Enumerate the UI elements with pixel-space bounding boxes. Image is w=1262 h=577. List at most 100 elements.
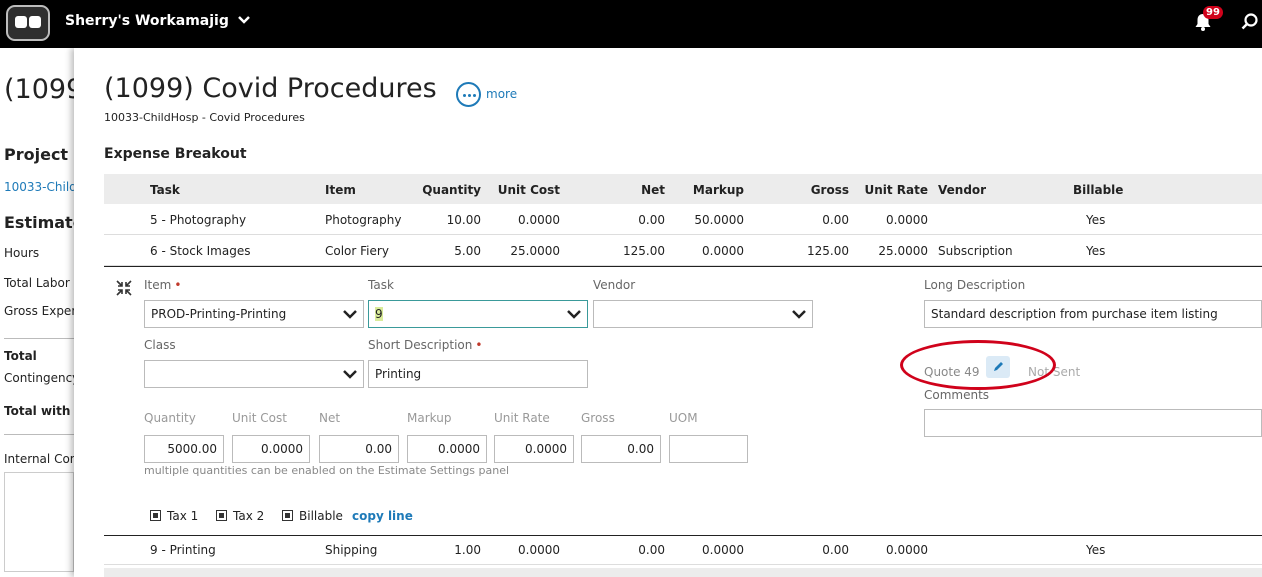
header-markup[interactable]: Markup xyxy=(664,183,744,197)
row-unit-cost: 0.0000 xyxy=(518,213,560,227)
contingency-label: Contingency xyxy=(4,371,80,385)
row-gross: 0.00 xyxy=(822,543,849,557)
chevron-down-icon xyxy=(343,370,357,379)
row-task: 6 - Stock Images xyxy=(150,244,251,258)
more-link[interactable]: more xyxy=(486,87,517,101)
table-header: Task Item Quantity Unit Cost Net Markup … xyxy=(104,174,1262,204)
comments-label: Comments xyxy=(924,388,990,402)
copy-line-link[interactable]: copy line xyxy=(352,509,413,523)
row-unit-cost: 25.0000 xyxy=(510,244,560,258)
header-billable[interactable]: Billable xyxy=(1073,183,1123,197)
row-billable: Yes xyxy=(1086,244,1106,258)
quantity-hint: multiple quantities can be enabled on th… xyxy=(144,464,510,477)
comments-field[interactable] xyxy=(924,409,1262,437)
chevron-down-icon xyxy=(567,310,581,319)
row-unit-rate: 25.0000 xyxy=(878,244,928,258)
markup-label: Markup xyxy=(407,411,452,425)
row-gross: 125.00 xyxy=(807,244,849,258)
header-unit-rate[interactable]: Unit Rate xyxy=(848,183,928,197)
row-net: 125.00 xyxy=(623,244,665,258)
uom-field[interactable] xyxy=(669,435,748,463)
notification-badge: 99 xyxy=(1203,6,1223,19)
estimate-detail-panel: (1099) Covid Procedures more 10033-Child… xyxy=(74,48,1262,577)
chevron-down-icon xyxy=(237,16,250,24)
estimate-heading: Estimate xyxy=(4,213,80,232)
row-gross: 0.00 xyxy=(822,213,849,227)
task-select-value: 9 xyxy=(375,307,383,321)
unit-rate-field[interactable]: 0.0000 xyxy=(494,435,574,463)
row-task: 9 - Printing xyxy=(150,543,216,557)
chevron-down-icon xyxy=(792,310,806,319)
quantity-label: Quantity xyxy=(144,411,196,425)
header-unit-cost[interactable]: Unit Cost xyxy=(484,183,560,197)
markup-field[interactable]: 0.0000 xyxy=(407,435,487,463)
header-vendor[interactable]: Vendor xyxy=(938,183,986,197)
gross-field[interactable]: 0.00 xyxy=(581,435,661,463)
table-row[interactable]: 6 - Stock Images Color Fiery 5.00 25.000… xyxy=(104,235,1262,266)
tax2-label: Tax 2 xyxy=(233,509,265,523)
vendor-label: Vendor xyxy=(593,278,636,292)
table-footer xyxy=(104,568,1262,577)
row-task: 5 - Photography xyxy=(150,213,247,227)
row-item: Shipping xyxy=(325,543,378,557)
internal-comments-field[interactable] xyxy=(4,472,74,572)
annotation-circle xyxy=(900,340,1056,390)
row-net: 0.00 xyxy=(638,543,665,557)
unit-rate-label: Unit Rate xyxy=(494,411,550,425)
item-select-value: PROD-Printing-Printing xyxy=(151,307,287,321)
item-select[interactable]: PROD-Printing-Printing xyxy=(144,300,364,328)
row-markup: 0.0000 xyxy=(702,244,744,258)
row-unit-cost: 0.0000 xyxy=(518,543,560,557)
gross-label: Gross xyxy=(581,411,615,425)
billable-label: Billable xyxy=(299,509,343,523)
unit-cost-label: Unit Cost xyxy=(232,411,287,425)
app-logo-icon[interactable] xyxy=(6,5,50,41)
background-page-title: (1099 xyxy=(4,74,80,105)
more-options-icon[interactable] xyxy=(456,82,481,107)
short-description-field[interactable]: Printing xyxy=(368,360,588,388)
workspace-switcher[interactable]: Sherry's Workamajig xyxy=(65,13,250,29)
row-item: Color Fiery xyxy=(325,244,389,258)
net-field[interactable]: 0.00 xyxy=(319,435,399,463)
header-gross[interactable]: Gross xyxy=(764,183,849,197)
class-select[interactable] xyxy=(144,360,364,388)
table-row[interactable]: 9 - Printing Shipping 1.00 0.0000 0.00 0… xyxy=(104,534,1262,565)
line-item-editor: Item • PROD-Printing-Printing Task 9 Vend… xyxy=(104,266,1262,536)
header-task[interactable]: Task xyxy=(150,183,180,197)
task-label: Task xyxy=(368,278,394,292)
row-item: Photography xyxy=(325,213,402,227)
checkbox-checked-icon xyxy=(150,510,161,521)
row-vendor: Subscription xyxy=(938,244,1013,258)
project-link[interactable]: 10033-ChildH xyxy=(4,180,80,194)
row-markup: 50.0000 xyxy=(694,213,744,227)
row-unit-rate: 0.0000 xyxy=(886,213,928,227)
quantity-field[interactable]: 5000.00 xyxy=(144,435,224,463)
total-labor-label: Total Labor xyxy=(4,276,70,290)
tax1-checkbox[interactable]: Tax 1 xyxy=(150,509,198,523)
task-select[interactable]: 9 xyxy=(368,300,588,328)
table-row[interactable]: 5 - Photography Photography 10.00 0.0000… xyxy=(104,204,1262,235)
row-billable: Yes xyxy=(1086,213,1106,227)
row-quantity: 10.00 xyxy=(446,213,481,227)
class-label: Class xyxy=(144,338,176,352)
row-quantity: 1.00 xyxy=(454,543,481,557)
hours-label: Hours xyxy=(4,246,40,260)
header-net[interactable]: Net xyxy=(584,183,665,197)
workspace-name: Sherry's Workamajig xyxy=(65,13,229,29)
long-description-field[interactable]: Standard description from purchase item … xyxy=(924,300,1262,328)
header-quantity[interactable]: Quantity xyxy=(409,183,481,197)
unit-cost-field[interactable]: 0.0000 xyxy=(232,435,310,463)
net-label: Net xyxy=(319,411,341,425)
vendor-select[interactable] xyxy=(593,300,813,328)
background-page: (1099 Project 10033-ChildH Estimate Hour… xyxy=(0,48,80,577)
checkbox-checked-icon xyxy=(216,510,227,521)
row-markup: 0.0000 xyxy=(702,543,744,557)
collapse-icon[interactable] xyxy=(116,280,132,296)
uom-label: UOM xyxy=(669,411,698,425)
total-label: Total xyxy=(4,349,37,363)
header-item[interactable]: Item xyxy=(325,183,356,197)
item-label: Item • xyxy=(144,278,182,292)
billable-checkbox[interactable]: Billable xyxy=(282,509,343,523)
search-icon[interactable] xyxy=(1240,12,1260,32)
tax2-checkbox[interactable]: Tax 2 xyxy=(216,509,264,523)
